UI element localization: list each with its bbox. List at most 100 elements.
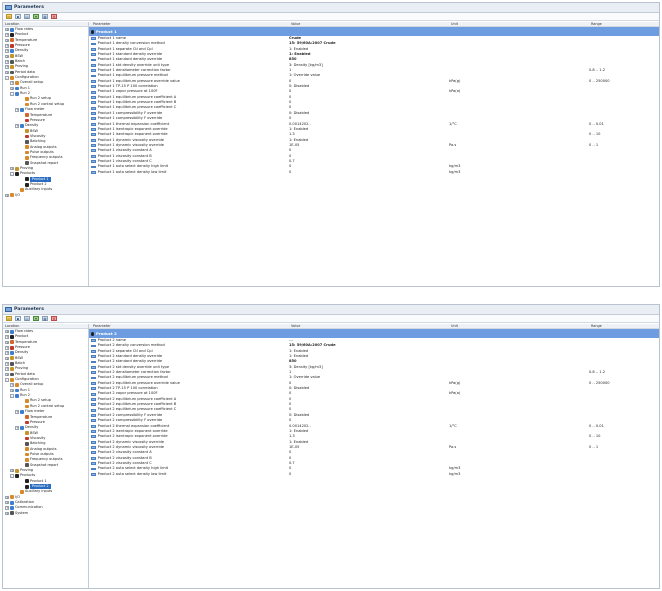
expand-icon[interactable]: + bbox=[5, 372, 9, 377]
expand-icon[interactable]: + bbox=[10, 166, 14, 171]
gauge-icon bbox=[9, 345, 14, 350]
col-parameter[interactable]: Parameter bbox=[91, 22, 289, 26]
col-value[interactable]: Value bbox=[289, 324, 449, 328]
unit-cell: 1/°C bbox=[449, 121, 457, 126]
config-icon bbox=[9, 377, 14, 382]
parameter-row[interactable]: Product 1 auto select density low limit 0… bbox=[89, 170, 659, 175]
frequency-icon bbox=[24, 156, 29, 160]
expand-icon[interactable]: + bbox=[10, 468, 14, 473]
tree-node-label: System bbox=[14, 510, 29, 515]
collapse-icon[interactable]: - bbox=[10, 172, 14, 176]
tree-node[interactable]: + I/O bbox=[3, 193, 88, 198]
save-icon[interactable]: ▪ bbox=[15, 316, 21, 321]
expand-icon[interactable]: + bbox=[5, 49, 9, 53]
parameter-icon bbox=[91, 106, 96, 110]
expand-icon[interactable]: + bbox=[5, 33, 9, 37]
parameter-grid: Parameter Value Unit Range Product 1 Pro… bbox=[89, 22, 659, 286]
parameter-icon bbox=[91, 53, 96, 57]
expand-icon[interactable]: + bbox=[5, 495, 9, 500]
open-icon[interactable]: ▭ bbox=[6, 14, 12, 19]
expand-icon[interactable]: + bbox=[15, 410, 19, 414]
open-icon[interactable]: ▭ bbox=[6, 316, 12, 321]
expand-icon[interactable]: + bbox=[5, 351, 9, 355]
parameter-cell: Product 1 auto select density low limit bbox=[89, 170, 287, 175]
calibration-icon bbox=[9, 500, 14, 505]
expand-icon[interactable]: + bbox=[5, 54, 9, 59]
parameter-icon bbox=[91, 440, 96, 444]
expand-icon[interactable]: + bbox=[5, 345, 9, 350]
setup-icon bbox=[14, 81, 19, 85]
value-cell[interactable]: 0 bbox=[287, 472, 447, 477]
run-icon bbox=[14, 393, 19, 398]
group-header[interactable]: Product 2 bbox=[89, 329, 659, 338]
period-icon bbox=[9, 372, 14, 377]
tree-node-label: Run 2 bbox=[19, 393, 31, 398]
expand-icon[interactable]: + bbox=[5, 506, 9, 510]
expand-icon[interactable]: + bbox=[15, 124, 19, 128]
expand-icon[interactable]: + bbox=[10, 81, 14, 85]
collapse-icon[interactable]: - bbox=[5, 377, 9, 382]
expand-icon[interactable]: + bbox=[5, 43, 9, 48]
parameter-row[interactable]: Product 2 auto select density low limit 0… bbox=[89, 472, 659, 477]
expand-icon[interactable]: + bbox=[5, 193, 9, 198]
save-icon[interactable]: ▪ bbox=[15, 14, 21, 19]
tree-node[interactable]: + System bbox=[3, 511, 88, 516]
parameter-icon bbox=[91, 451, 96, 455]
expand-icon[interactable]: + bbox=[5, 367, 9, 371]
col-range[interactable]: Range bbox=[589, 324, 659, 328]
expand-icon[interactable]: + bbox=[5, 335, 9, 339]
group-header[interactable]: Product 1 bbox=[89, 27, 659, 36]
expand-icon[interactable]: + bbox=[5, 59, 9, 64]
table-icon[interactable]: ▦ bbox=[42, 316, 48, 321]
expand-icon[interactable]: + bbox=[5, 511, 9, 516]
range-cell: 0 .. 1 bbox=[589, 444, 599, 449]
col-value[interactable]: Value bbox=[289, 22, 449, 26]
col-unit[interactable]: Unit bbox=[449, 324, 589, 328]
collapse-icon[interactable]: - bbox=[10, 394, 14, 398]
col-unit[interactable]: Unit bbox=[449, 22, 589, 26]
parameter-icon bbox=[91, 85, 96, 89]
expand-icon[interactable]: + bbox=[15, 426, 19, 430]
expand-icon[interactable]: + bbox=[15, 108, 19, 112]
expand-icon[interactable]: + bbox=[10, 86, 14, 91]
parameter-icon bbox=[91, 456, 96, 460]
bsw-icon bbox=[9, 356, 14, 361]
expand-icon[interactable]: + bbox=[5, 329, 9, 334]
parameter-icon bbox=[91, 122, 96, 126]
expand-icon[interactable]: + bbox=[10, 383, 14, 387]
density-icon bbox=[19, 425, 24, 430]
window-title: Parameters bbox=[14, 307, 44, 312]
meter-icon bbox=[19, 409, 24, 414]
expand-icon[interactable]: + bbox=[5, 65, 9, 69]
unit-cell: 1/°C bbox=[449, 423, 457, 428]
thermometer-icon bbox=[9, 340, 14, 345]
collapse-icon[interactable]: - bbox=[10, 92, 14, 96]
expand-icon[interactable]: + bbox=[5, 500, 9, 505]
print-icon[interactable]: ▤ bbox=[24, 14, 30, 19]
collapse-icon[interactable]: - bbox=[5, 75, 9, 80]
col-parameter[interactable]: Parameter bbox=[91, 324, 289, 328]
parameter-icon bbox=[91, 144, 96, 147]
collapse-icon[interactable]: - bbox=[10, 474, 14, 478]
expand-icon[interactable]: + bbox=[5, 361, 9, 366]
tools-icon[interactable]: ✕ bbox=[51, 316, 57, 321]
window-icon bbox=[5, 307, 12, 312]
value-cell[interactable]: 0 bbox=[287, 170, 447, 175]
filter-icon[interactable]: ▾ bbox=[33, 14, 39, 19]
expand-icon[interactable]: + bbox=[10, 388, 14, 393]
setup-icon bbox=[24, 102, 29, 107]
expand-icon[interactable]: + bbox=[5, 70, 9, 75]
parameter-icon bbox=[91, 344, 96, 348]
expand-icon[interactable]: + bbox=[5, 27, 9, 32]
expand-icon[interactable]: + bbox=[5, 38, 9, 43]
print-icon[interactable]: ▤ bbox=[24, 316, 30, 321]
expand-icon[interactable]: + bbox=[5, 356, 9, 361]
filter-icon[interactable]: ▾ bbox=[33, 316, 39, 321]
col-range[interactable]: Range bbox=[589, 22, 659, 26]
table-icon[interactable]: ▦ bbox=[42, 14, 48, 19]
expand-icon[interactable]: + bbox=[5, 340, 9, 345]
range-cell: 0 .. 10 bbox=[589, 132, 601, 137]
tools-icon[interactable]: ✕ bbox=[51, 14, 57, 19]
unit-cell: Pa.s bbox=[449, 142, 457, 147]
parameter-icon bbox=[91, 376, 96, 380]
